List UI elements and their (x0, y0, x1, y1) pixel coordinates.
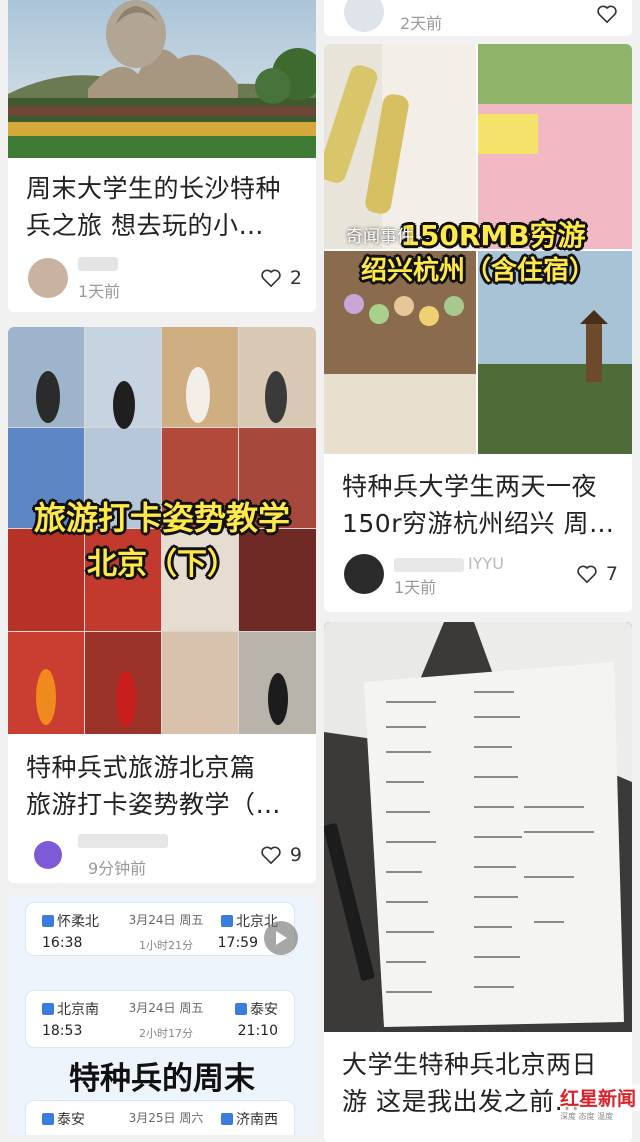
note-cover-handwritten-plan[interactable] (324, 622, 632, 1032)
cover-overlay-line-2: 北京（下） (87, 547, 237, 582)
ticket-arr-time: 17:59 (217, 935, 258, 951)
avatar[interactable] (344, 0, 384, 32)
ticket-dep-time: 18:53 (42, 1023, 83, 1039)
note-card-beijing-poses[interactable]: 旅游打卡姿势教学 北京（下） 特种兵式旅游北京篇 旅游打卡姿势教学（… 9分钟前… (8, 327, 316, 883)
note-title-line-2: 150r穷游杭州绍兴 周… (342, 509, 615, 538)
note-meta: 2天前 (342, 0, 618, 34)
note-card-hangzhou-shaoxing[interactable]: 150RMB穷游 绍兴杭州（含住宿） 奇闻事件 特种兵大学生两天一夜 150r穷… (324, 44, 632, 612)
like-button[interactable]: 7 (576, 562, 618, 586)
play-icon (276, 931, 287, 945)
heart-icon (261, 269, 281, 287)
note-title[interactable]: 特种兵式旅游北京篇 旅游打卡姿势教学（… (26, 749, 302, 823)
note-meta: 1天前 2 (26, 256, 302, 301)
ticket-date: 3月25日 周六 (128, 1111, 204, 1125)
brand-watermark: 红星新闻 深度 态度 温度 (560, 1084, 640, 1122)
ticket-duration: 1小时21分 (139, 939, 193, 952)
heart-icon (597, 5, 617, 23)
note-title-line-1: 特种兵式旅游北京篇 (26, 753, 256, 782)
note-title[interactable]: 周末大学生的长沙特种 兵之旅 想去玩的小… (26, 170, 302, 244)
ticket-arr-time: 21:10 (237, 1023, 278, 1039)
like-button[interactable] (596, 2, 618, 26)
author-name-blurred[interactable] (78, 833, 168, 852)
note-card-beijing-plan[interactable]: 大学生特种兵北京两日 游 这是我出发之前… (324, 622, 632, 1142)
note-title-line-2: 兵之旅 想去玩的小… (26, 211, 264, 240)
post-time: 9分钟前 (88, 859, 147, 878)
cover-overlay-line-1: 旅游打卡姿势教学 (33, 499, 290, 537)
note-title-line-1: 大学生特种兵北京两日 (342, 1050, 598, 1079)
brand-logo-text: 红星新闻 (560, 1084, 640, 1111)
like-count: 7 (605, 563, 618, 585)
like-button[interactable]: 9 (260, 843, 302, 867)
train-ticket: 北京南 3月24日 周五 泰安 18:53 2小时17分 21:10 (26, 991, 294, 1047)
note-meta: 9分钟前 9 (26, 833, 302, 878)
note-cover-collage[interactable]: 旅游打卡姿势教学 北京（下） (8, 327, 316, 734)
ticket-from: 怀柔北 (42, 911, 99, 931)
train-ticket: 泰安 3月25日 周六 济南西 (26, 1101, 294, 1135)
author-name-blurred[interactable]: IYYU (394, 554, 504, 573)
cover-overlay-line-2: 绍兴杭州（含住宿） (360, 256, 595, 286)
note-title-line-2: 旅游打卡姿势教学（… (26, 790, 282, 819)
note-card-weekend-tickets[interactable]: 怀柔北 3月24日 周五 北京北 16:38 1小时21分 17:59 北京南 … (8, 895, 316, 1135)
ticket-duration: 2小时17分 (139, 1027, 193, 1040)
note-card-changsha[interactable]: 周末大学生的长沙特种 兵之旅 想去玩的小… 1天前 2 (8, 0, 316, 312)
post-time: 1天前 (78, 282, 121, 301)
avatar[interactable] (34, 841, 62, 869)
note-cover-collage[interactable]: 150RMB穷游 绍兴杭州（含住宿） 奇闻事件 (324, 44, 632, 454)
ticket-dep-time: 16:38 (42, 935, 83, 951)
source-watermark: 奇闻事件 (346, 227, 414, 247)
like-count: 2 (289, 267, 302, 289)
like-button[interactable]: 2 (260, 266, 302, 290)
ticket-from: 北京南 (42, 999, 99, 1019)
heart-icon (261, 846, 281, 864)
ticket-to: 济南西 (221, 1109, 278, 1129)
note-title-line-1: 特种兵大学生两天一夜 (342, 472, 598, 501)
note-title[interactable]: 特种兵大学生两天一夜 150r穷游杭州绍兴 周… (342, 468, 618, 542)
ticket-date: 3月24日 周五 (128, 913, 204, 927)
ticket-from: 泰安 (42, 1109, 85, 1129)
post-time: 2天前 (400, 14, 443, 33)
post-time: 1天前 (394, 578, 437, 597)
avatar[interactable] (344, 554, 384, 594)
note-meta: IYYU 1天前 7 (342, 552, 618, 597)
cover-overlay-title: 特种兵的周末 (69, 1061, 255, 1097)
like-count: 9 (289, 844, 302, 866)
note-card-partial[interactable]: 2天前 (324, 0, 632, 36)
ticket-to: 泰安 (235, 999, 278, 1019)
brand-slogan: 深度 态度 温度 (560, 1112, 614, 1121)
heart-icon (577, 565, 597, 583)
note-title-line-1: 周末大学生的长沙特种 (26, 174, 282, 203)
avatar[interactable] (28, 258, 68, 298)
ticket-date: 3月24日 周五 (128, 1001, 204, 1015)
video-play-button[interactable] (264, 921, 298, 955)
train-ticket: 怀柔北 3月24日 周五 北京北 16:38 1小时21分 17:59 (26, 903, 294, 955)
author-name-blurred[interactable] (78, 256, 118, 275)
note-cover-image[interactable] (8, 0, 316, 158)
